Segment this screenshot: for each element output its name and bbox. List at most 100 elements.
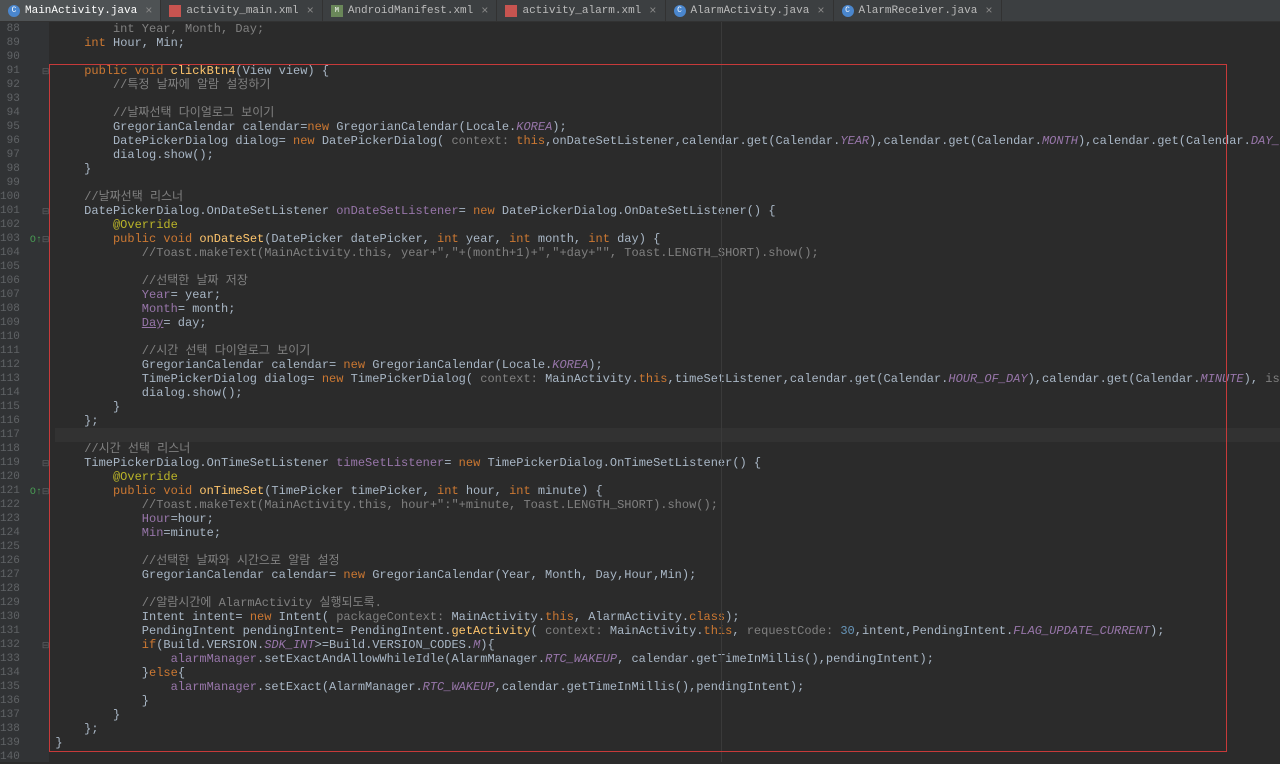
- line-number: 111: [0, 344, 20, 358]
- code-line[interactable]: dialog.show();: [55, 386, 1280, 400]
- code-line[interactable]: @Override: [55, 470, 1280, 484]
- code-line[interactable]: GregorianCalendar calendar=new Gregorian…: [55, 120, 1280, 134]
- code-line[interactable]: //날짜선택 리스너: [55, 190, 1280, 204]
- code-line[interactable]: [55, 92, 1280, 106]
- code-line[interactable]: //특정 날짜에 알람 설정하기: [55, 78, 1280, 92]
- code-line[interactable]: //날짜선택 다이얼로그 보이기: [55, 106, 1280, 120]
- close-icon[interactable]: ×: [145, 4, 152, 18]
- code-line[interactable]: //시간 선택 다이얼로그 보이기: [55, 344, 1280, 358]
- code-line[interactable]: }: [55, 694, 1280, 708]
- tab-label: AlarmReceiver.java: [859, 5, 978, 17]
- fold-icon[interactable]: ⊟: [42, 207, 50, 217]
- code-line[interactable]: [55, 428, 1280, 442]
- code-line[interactable]: [55, 50, 1280, 64]
- code-line[interactable]: GregorianCalendar calendar= new Gregoria…: [55, 358, 1280, 372]
- code-line[interactable]: int Year, Month, Day;: [55, 22, 1280, 36]
- code-line[interactable]: public void onDateSet(DatePicker datePic…: [55, 232, 1280, 246]
- code-line[interactable]: };: [55, 722, 1280, 736]
- gutter-marks: O↑ O↑: [30, 22, 42, 762]
- code-line[interactable]: }: [55, 162, 1280, 176]
- line-number: 117: [0, 428, 20, 442]
- line-number: 114: [0, 386, 20, 400]
- code-line[interactable]: //Toast.makeText(MainActivity.this, hour…: [55, 498, 1280, 512]
- line-number: 119: [0, 456, 20, 470]
- fold-icon[interactable]: ⊟: [42, 235, 50, 245]
- line-number: 96: [0, 134, 20, 148]
- tab-AndroidManifest-xml[interactable]: MAndroidManifest.xml×: [323, 0, 498, 21]
- editor-tabs: CMainActivity.java×activity_main.xml×MAn…: [0, 0, 1280, 22]
- line-number: 94: [0, 106, 20, 120]
- tab-AlarmReceiver-java[interactable]: CAlarmReceiver.java×: [834, 0, 1002, 21]
- code-line[interactable]: }: [55, 736, 1280, 750]
- code-line[interactable]: TimePickerDialog.OnTimeSetListener timeS…: [55, 456, 1280, 470]
- code-line[interactable]: }: [55, 400, 1280, 414]
- code-line[interactable]: public void onTimeSet(TimePicker timePic…: [55, 484, 1280, 498]
- fold-icon[interactable]: ⊟: [42, 67, 50, 77]
- code-line[interactable]: TimePickerDialog dialog= new TimePickerD…: [55, 372, 1280, 386]
- fold-icon[interactable]: ⊟: [42, 459, 50, 469]
- line-number: 133: [0, 652, 20, 666]
- code-line[interactable]: Intent intent= new Intent( packageContex…: [55, 610, 1280, 624]
- tab-activity_main-xml[interactable]: activity_main.xml ×: [161, 0, 322, 21]
- file-type-icon: C: [8, 5, 20, 17]
- code-editor[interactable]: 8889909192939495969798991001011021031041…: [0, 22, 1280, 762]
- line-number: 113: [0, 372, 20, 386]
- code-line[interactable]: DatePickerDialog dialog= new DatePickerD…: [55, 134, 1280, 148]
- close-icon[interactable]: ×: [985, 4, 992, 18]
- line-number: 121: [0, 484, 20, 498]
- override-mark-icon[interactable]: O↑: [30, 235, 42, 246]
- code-line[interactable]: //시간 선택 리스너: [55, 442, 1280, 456]
- tab-AlarmActivity-java[interactable]: CAlarmActivity.java×: [666, 0, 834, 21]
- code-line[interactable]: [55, 330, 1280, 344]
- line-number: 134: [0, 666, 20, 680]
- code-line[interactable]: GregorianCalendar calendar= new Gregoria…: [55, 568, 1280, 582]
- code-line[interactable]: Hour=hour;: [55, 512, 1280, 526]
- close-icon[interactable]: ×: [817, 4, 824, 18]
- code-line[interactable]: //선택한 날짜와 시간으로 알람 설정: [55, 554, 1280, 568]
- tab-label: AndroidManifest.xml: [348, 5, 473, 17]
- fold-icon[interactable]: ⊟: [42, 641, 50, 651]
- line-number: 130: [0, 610, 20, 624]
- tab-MainActivity-java[interactable]: CMainActivity.java×: [0, 0, 161, 21]
- code-line[interactable]: PendingIntent pendingIntent= PendingInte…: [55, 624, 1280, 638]
- tab-label: activity_main.xml: [186, 5, 298, 17]
- tab-label: activity_alarm.xml: [522, 5, 641, 17]
- code-line[interactable]: };: [55, 414, 1280, 428]
- code-line[interactable]: alarmManager.setExactAndAllowWhileIdle(A…: [55, 652, 1280, 666]
- line-number: 103: [0, 232, 20, 246]
- line-number: 112: [0, 358, 20, 372]
- fold-icon[interactable]: ⊟: [42, 487, 50, 497]
- close-icon[interactable]: ×: [649, 4, 656, 18]
- line-number: 126: [0, 554, 20, 568]
- code-line[interactable]: //알람시간에 AlarmActivity 실행되도록.: [55, 596, 1280, 610]
- code-line[interactable]: DatePickerDialog.OnDateSetListener onDat…: [55, 204, 1280, 218]
- code-line[interactable]: if(Build.VERSION.SDK_INT>=Build.VERSION_…: [55, 638, 1280, 652]
- code-line[interactable]: }else{: [55, 666, 1280, 680]
- line-number: 128: [0, 582, 20, 596]
- line-number: 127: [0, 568, 20, 582]
- code-line[interactable]: [55, 582, 1280, 596]
- code-line[interactable]: @Override: [55, 218, 1280, 232]
- code-line[interactable]: //Toast.makeText(MainActivity.this, year…: [55, 246, 1280, 260]
- close-icon[interactable]: ×: [307, 4, 314, 18]
- code-line[interactable]: Year= year;: [55, 288, 1280, 302]
- code-line[interactable]: //선택한 날짜 저장: [55, 274, 1280, 288]
- code-line[interactable]: [55, 260, 1280, 274]
- line-number: 89: [0, 36, 20, 50]
- code-line[interactable]: [55, 176, 1280, 190]
- close-icon[interactable]: ×: [481, 4, 488, 18]
- tab-activity_alarm-xml[interactable]: activity_alarm.xml ×: [497, 0, 665, 21]
- override-mark-icon[interactable]: O↑: [30, 487, 42, 498]
- line-number: 124: [0, 526, 20, 540]
- code-line[interactable]: dialog.show();: [55, 148, 1280, 162]
- code-line[interactable]: }: [55, 708, 1280, 722]
- code-line[interactable]: Min=minute;: [55, 526, 1280, 540]
- code-line[interactable]: Day= day;: [55, 316, 1280, 330]
- code-line[interactable]: Month= month;: [55, 302, 1280, 316]
- code-line[interactable]: alarmManager.setExact(AlarmManager.RTC_W…: [55, 680, 1280, 694]
- code-content[interactable]: int Year, Month, Day; int Hour, Min; pub…: [49, 22, 1280, 762]
- code-line[interactable]: [55, 540, 1280, 554]
- code-line[interactable]: int Hour, Min;: [55, 36, 1280, 50]
- line-number: 122: [0, 498, 20, 512]
- code-line[interactable]: public void clickBtn4(View view) {: [55, 64, 1280, 78]
